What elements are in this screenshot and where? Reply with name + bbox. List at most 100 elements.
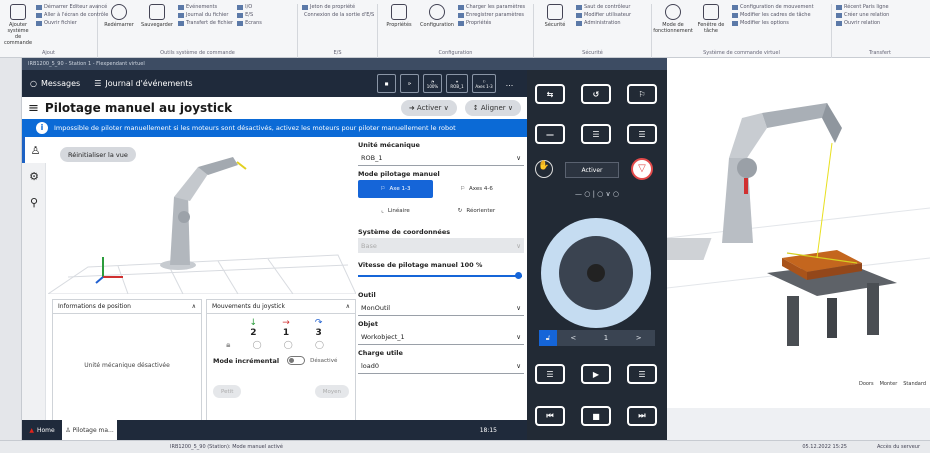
ribbon-item[interactable]: Jeton de propriété [302, 4, 373, 10]
speed-button[interactable]: ◔ 100% [423, 74, 442, 93]
tool-select[interactable]: MonOutil ∨ [358, 301, 524, 316]
ribbon-group-add: Ajouter système de commande Démarrer Edi… [0, 4, 108, 58]
increment-next[interactable]: > [622, 334, 655, 342]
chevron-up-icon[interactable]: ∧ [192, 303, 196, 310]
backup-button[interactable]: Sauvegarder [140, 4, 174, 28]
increment-prev[interactable]: < [557, 334, 590, 342]
operating-mode-icon[interactable]: ⟳ [400, 74, 419, 93]
radio-axis-1[interactable]: ◯ [284, 340, 293, 350]
increment-custom-button[interactable]: Moyen [314, 385, 349, 398]
ribbon-item[interactable]: Saut de contrôleur [576, 4, 631, 10]
stop-icon[interactable]: ■ [377, 74, 396, 93]
mode-linear[interactable]: ⌞ Linéaire [358, 202, 433, 220]
incremental-toggle[interactable] [287, 356, 306, 365]
ribbon-item[interactable]: E/S [237, 12, 262, 18]
mech-unit-select[interactable]: ROB_1 ∨ [358, 151, 524, 166]
viewport-tool[interactable]: Monter [880, 381, 898, 387]
coord-system-select[interactable]: Base ∨ [358, 238, 524, 253]
mode-axis-1-3[interactable]: ⚐ Axe 1-3 [358, 180, 433, 198]
ribbon-item[interactable]: Charger les paramètres [458, 4, 525, 10]
ribbon-item[interactable]: Ouvrir relation [836, 20, 924, 26]
ribbon-item[interactable]: Créer une relation [836, 12, 924, 18]
ribbon-item[interactable]: Modifier utilisateur [576, 12, 631, 18]
stop-button-icon[interactable]: ■ [581, 406, 611, 426]
operating-mode-button[interactable]: Mode de fonctionnement [653, 4, 693, 34]
chevron-down-icon: ∨ [516, 362, 521, 370]
emergency-stop-icon[interactable]: ▽ [631, 158, 653, 180]
ribbon-item[interactable]: Ecrans [237, 20, 262, 26]
ribbon-item[interactable]: Récent Paris ligne [836, 4, 924, 10]
ribbon-item[interactable]: Modifier les cadres de tâche [732, 12, 814, 18]
ribbon-item[interactable]: Propriétés [458, 20, 525, 26]
lock-icon[interactable]: 🔓︎ [539, 330, 557, 346]
radio-axis-3[interactable]: ◯ [315, 340, 324, 350]
ribbon-item[interactable]: I/O [237, 4, 262, 10]
messages-link[interactable]: ○ Messages [30, 79, 80, 88]
ribbon-item[interactable]: Transfert de fichier [178, 20, 233, 26]
task-window-button[interactable]: Fenêtre de tâche [694, 4, 728, 34]
open-app-tab[interactable]: ♙ Pilotage ma... [62, 420, 117, 440]
jog-mode-button[interactable]: ⚐ Axes 1-3 [472, 74, 496, 93]
status-message: IRB1200_5_90 (Station): Mode manuel acti… [170, 444, 283, 450]
axis-switch-icon[interactable]: ⚐ [627, 84, 657, 104]
ribbon-item[interactable]: Journal du fichier [178, 12, 233, 18]
ribbon-item[interactable]: Evénements [178, 4, 233, 10]
workobject-select[interactable]: Workobject_1 ∨ [358, 330, 524, 345]
hand-icon[interactable]: ✋ [535, 160, 553, 178]
payload-select[interactable]: load0 ∨ [358, 359, 524, 374]
clock: 18:15 [479, 426, 497, 434]
add-controller-button[interactable]: Ajouter système de commande [4, 4, 32, 46]
fp-top-bar: ○ Messages ☰ Journal d'événements ■ ⟳ ◔ 1… [22, 70, 527, 97]
joystick-pad[interactable] [541, 218, 651, 328]
jog-speed-handle[interactable] [515, 272, 522, 279]
reset-view-button[interactable]: Réinitialiser la vue [60, 147, 136, 162]
activate-button[interactable]: ➜ Activer ∨ [400, 100, 457, 116]
chevron-down-icon: ∨ [516, 154, 521, 162]
viewport-tool[interactable]: Standard [903, 381, 926, 387]
joystick-icon: ♙ [65, 426, 71, 434]
joystick-knob[interactable] [587, 264, 605, 282]
ribbon-item[interactable]: Connexion de la sortie d'E/S [302, 12, 374, 18]
program-button-icon[interactable]: ☰ [581, 124, 611, 144]
hamburger-icon[interactable]: ≡ [28, 101, 39, 116]
configuration-button[interactable]: Configuration [420, 4, 454, 28]
tab-tool[interactable]: ⚲ [22, 189, 46, 215]
enable-button[interactable]: Activer [565, 162, 619, 178]
mode-reorient[interactable]: ↻ Réorienter [439, 202, 514, 220]
menu-button-icon[interactable]: ☰ [627, 124, 657, 144]
tab-jog[interactable]: ♙ [22, 137, 46, 163]
restart-button[interactable]: Redémarrer [102, 4, 136, 28]
ribbon-group-io: Jeton de propriété Connexion de la sorti… [298, 4, 378, 58]
step-list-right-icon[interactable]: ☰ [627, 364, 657, 384]
jog-mode-label: Mode pilotage manuel [358, 170, 440, 178]
step-backward-icon[interactable]: ⏮ [535, 406, 565, 426]
align-button[interactable]: ↕ Aligner ∨ [464, 100, 521, 116]
reorient-button-icon[interactable]: ↺ [581, 84, 611, 104]
3d-viewport[interactable] [623, 58, 930, 408]
robot-3d-view[interactable]: Réinitialiser la vue [48, 137, 356, 294]
more-button[interactable]: ... [500, 74, 519, 93]
home-button[interactable]: ▲ Home [22, 427, 62, 434]
ribbon-item[interactable]: Enregistrer paramètres [458, 12, 525, 18]
tab-robot[interactable]: ⚙ [22, 163, 46, 189]
minus-button-icon[interactable]: — [535, 124, 565, 144]
play-icon[interactable]: ▶ [581, 364, 611, 384]
ribbon-group-config: Propriétés Configuration Charger les par… [378, 4, 534, 58]
event-log-link[interactable]: ☰ Journal d'événements [94, 79, 192, 88]
mode-axis-4-6[interactable]: ⚐ Axes 4-6 [439, 180, 514, 198]
ribbon-item[interactable]: Modifier les options [732, 20, 814, 26]
viewport-tool[interactable]: Doors [859, 381, 874, 387]
jog-speed-slider[interactable] [358, 271, 524, 281]
ribbon-item[interactable]: Administration [576, 20, 631, 26]
side-tabs: ♙ ⚙ ⚲ [22, 137, 46, 427]
chevron-up-icon[interactable]: ∧ [346, 303, 350, 310]
step-forward-icon[interactable]: ⏭ [627, 406, 657, 426]
step-list-icon[interactable]: ☰ [535, 364, 565, 384]
increment-size-select[interactable]: Petit [213, 385, 242, 398]
properties-button[interactable]: Propriétés [382, 4, 416, 28]
security-button[interactable]: Sécurité [538, 4, 572, 28]
ribbon-item[interactable]: Configuration de mouvement [732, 4, 814, 10]
mech-unit-button[interactable]: ⌖ ROB_1 [446, 74, 468, 93]
jog-toggle-icon[interactable]: ⇆ [535, 84, 565, 104]
radio-axis-2[interactable]: ◯ [253, 340, 262, 350]
